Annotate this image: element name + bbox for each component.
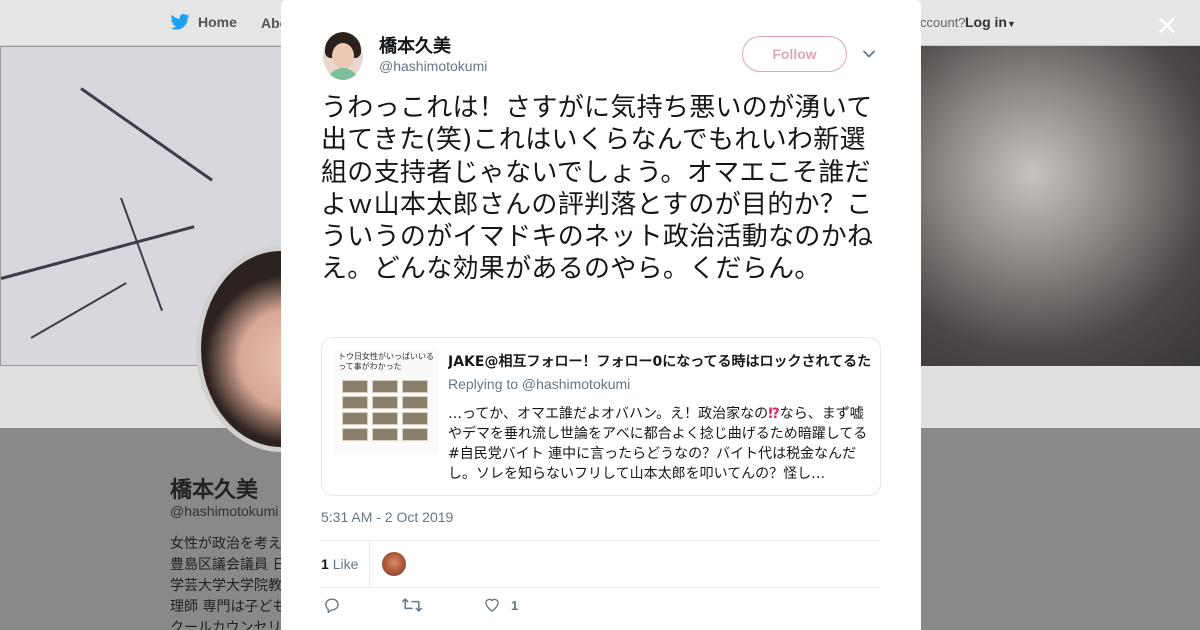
- account-prompt: ccount?: [920, 15, 966, 30]
- profile-name: 橋本久美: [170, 478, 259, 503]
- retweet-icon: [401, 598, 423, 612]
- liker-avatar[interactable]: [382, 552, 406, 576]
- bio-line: 女性が政治を考え: [170, 536, 282, 552]
- quoted-author-name: JAKE@相互フォロー！フォロー0になってる時はロックされてるた: [448, 354, 872, 370]
- stats-divider: [369, 541, 370, 587]
- tweet-timestamp[interactable]: 5:31 AM - 2 Oct 2019: [321, 509, 453, 525]
- login-label: Log in: [965, 14, 1007, 30]
- quoted-tweet-image: トウ日女性がいっぱいいるって事がわかった: [334, 350, 438, 454]
- banner-blossom-panel: [921, 46, 1200, 366]
- reply-icon: [325, 598, 339, 614]
- author-handle[interactable]: @hashimotokumi: [379, 58, 487, 74]
- chevron-down-icon[interactable]: [861, 46, 877, 62]
- quoted-tweet-card[interactable]: トウ日女性がいっぱいいるって事がわかった JAKE@相互フォロー！フォロー0にな…: [321, 337, 881, 496]
- twitter-bird-icon: [170, 14, 190, 30]
- tweet-text: うわっこれは！さすがに気持ち悪いのが湧いて出てきた(笑)これはいくらなんでもれい…: [321, 93, 874, 285]
- profile-handle: @hashimotokumi: [170, 503, 279, 519]
- quoted-text-start: …ってか、オマエ誰だよオバハン。え！政治家なの: [448, 406, 769, 422]
- author-avatar[interactable]: [323, 32, 363, 80]
- quoted-replying-to: Replying to @hashimotokumi: [448, 376, 631, 392]
- like-action-count: 1: [511, 597, 519, 613]
- tweet-modal: 橋本久美 @hashimotokumi Follow うわっこれは！さすがに気持…: [281, 0, 921, 630]
- like-stat[interactable]: 1 Like: [321, 556, 358, 572]
- reply-button[interactable]: [323, 596, 341, 614]
- bio-line: クールカウンセリ: [170, 620, 282, 630]
- login-link[interactable]: Log in▼: [965, 14, 1016, 30]
- home-link[interactable]: Home: [170, 14, 237, 30]
- bio-line: 豊島区議会議員 日: [170, 557, 282, 573]
- tweet-stats: 1 Like: [321, 540, 881, 588]
- follow-button[interactable]: Follow: [742, 36, 847, 72]
- exclamation-question-icon: ⁉: [768, 406, 780, 422]
- caret-down-icon: ▼: [1007, 19, 1016, 29]
- tweet-actions: 1: [321, 596, 881, 626]
- like-label: Like: [332, 556, 359, 572]
- thumb-caption: トウ日女性がいっぱいいるって事がわかった: [338, 352, 434, 371]
- heart-icon: [485, 598, 499, 612]
- like-button[interactable]: 1: [483, 596, 518, 614]
- author-name[interactable]: 橋本久美: [379, 32, 451, 58]
- profile-bio: 女性が政治を考え 豊島区議会議員 日 学芸大学大学院教 理師 専門は子ども クー…: [170, 534, 282, 630]
- retweet-button[interactable]: [401, 596, 423, 614]
- bio-line: 理師 専門は子ども: [170, 599, 282, 615]
- bio-line: 学芸大学大学院教: [170, 578, 282, 594]
- tweet-header: 橋本久美 @hashimotokumi Follow: [321, 28, 881, 84]
- like-count: 1: [321, 556, 329, 572]
- home-label: Home: [198, 14, 237, 30]
- close-icon[interactable]: ×: [1154, 11, 1180, 39]
- quoted-tweet-text: …ってか、オマエ誰だよオバハン。え！政治家なの⁉なら、まず嘘やデマを垂れ流し世論…: [448, 404, 868, 484]
